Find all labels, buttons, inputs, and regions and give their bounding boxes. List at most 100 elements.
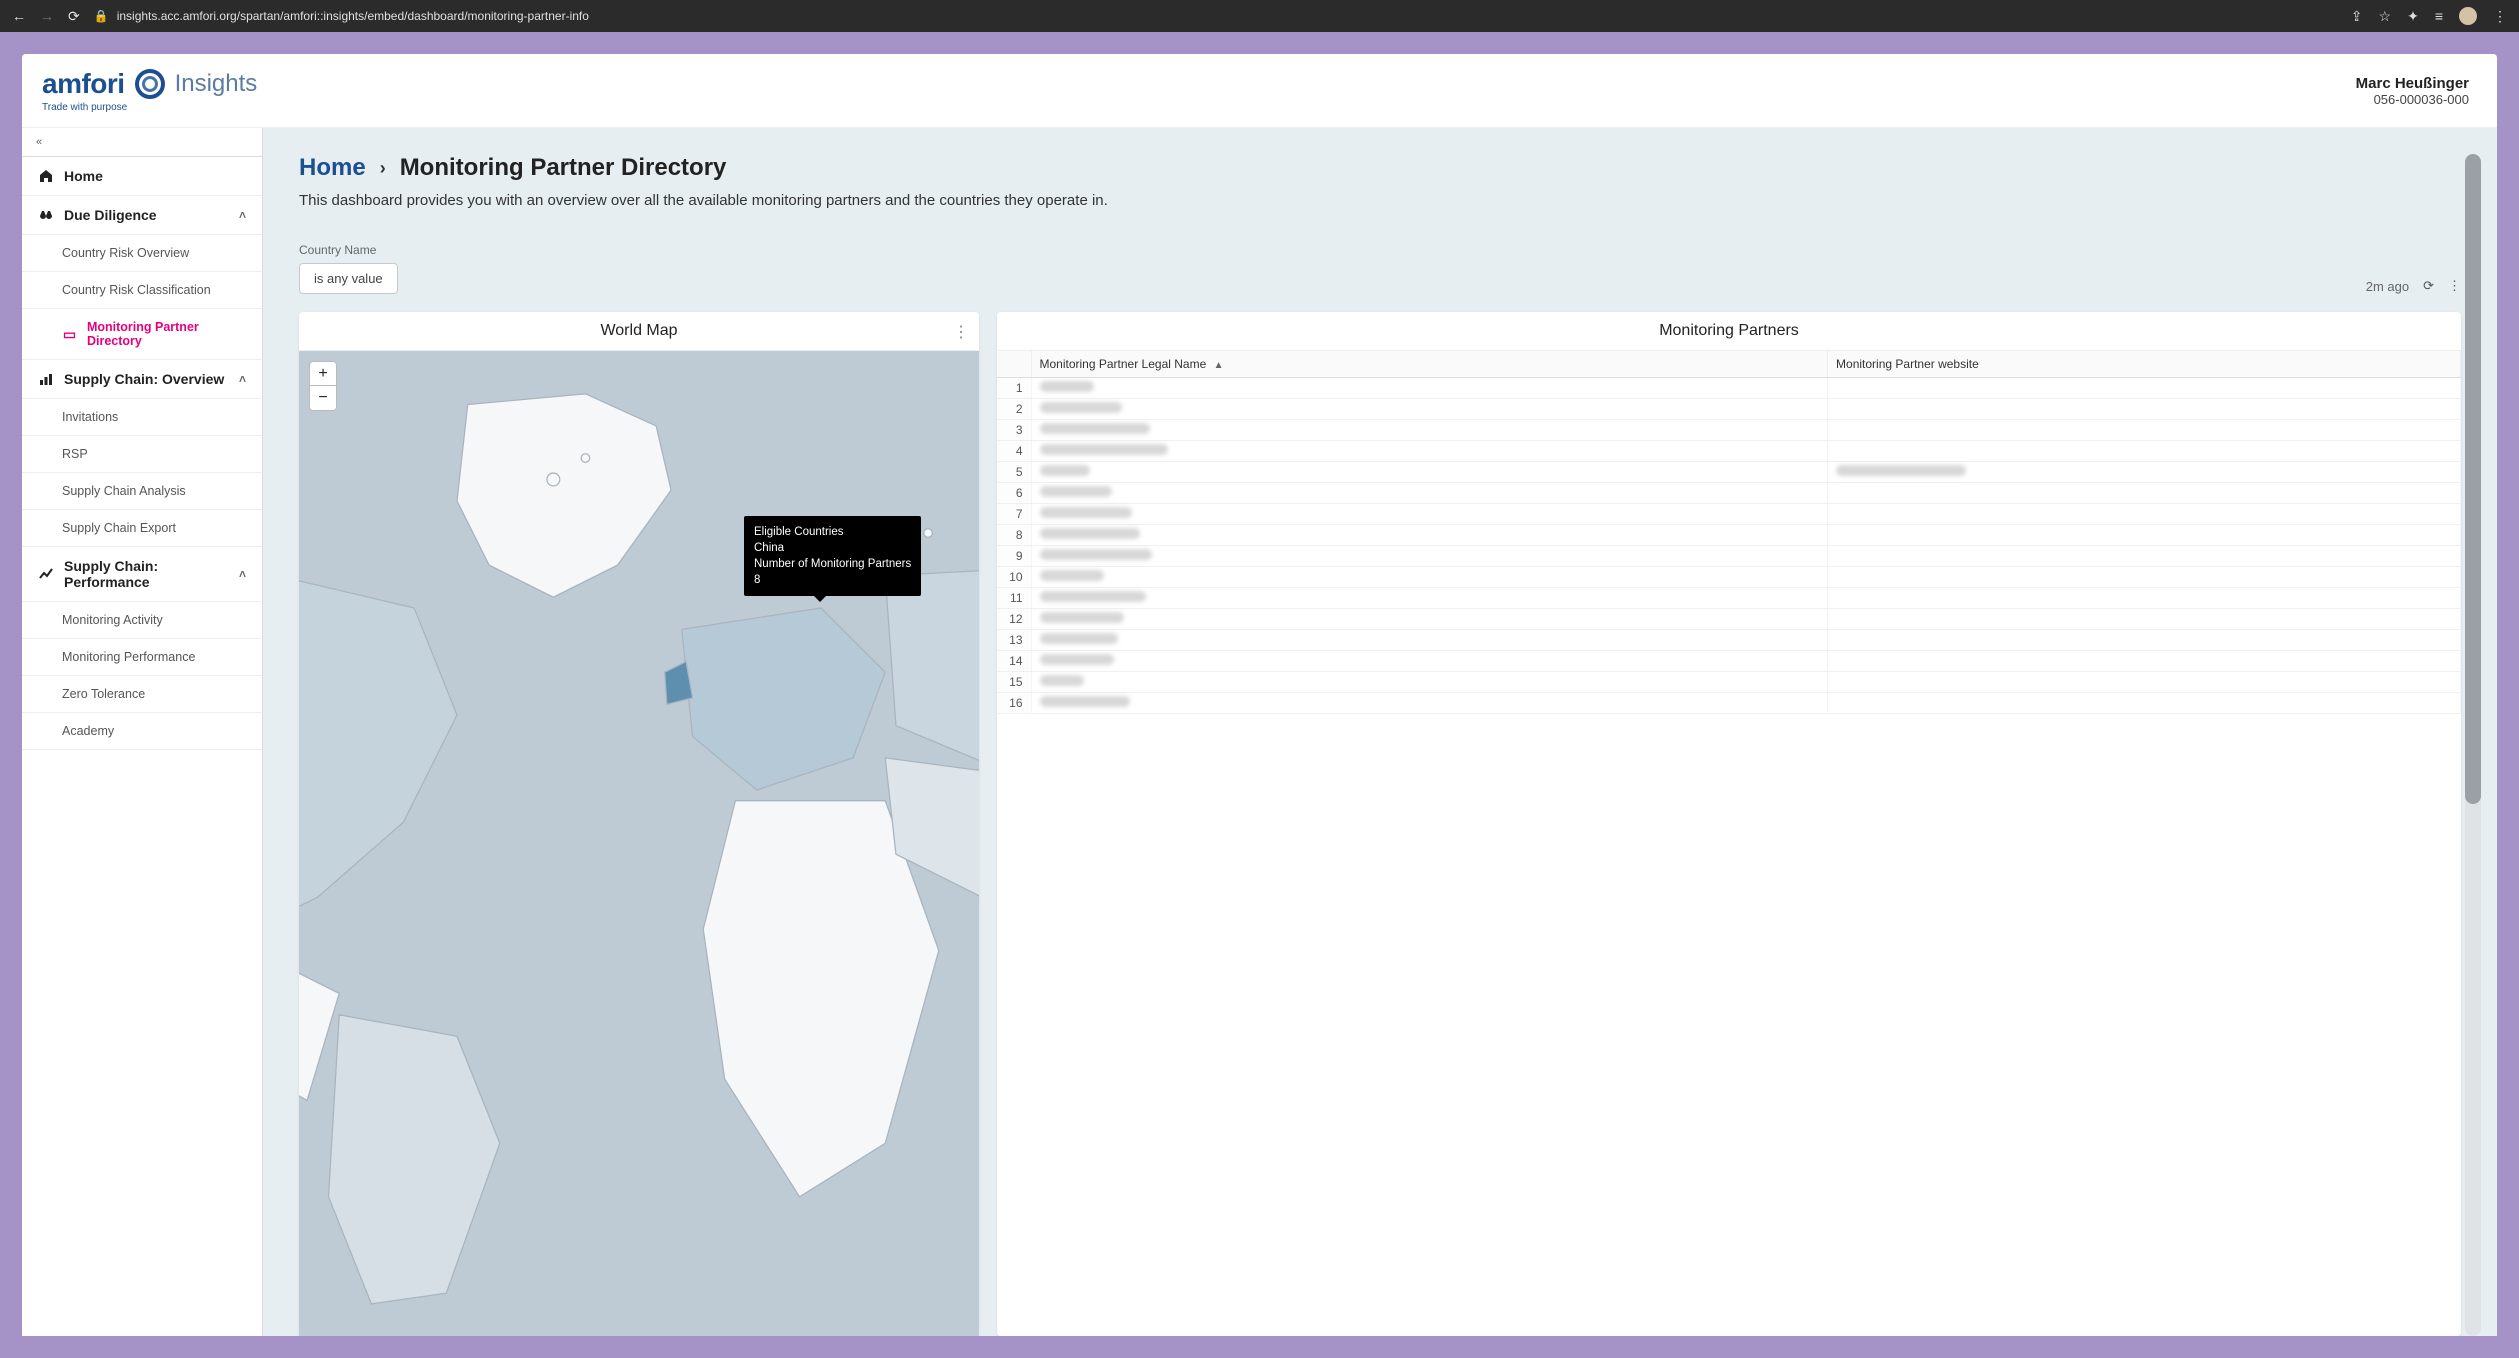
sidebar-item-label: Academy [62,724,114,738]
partners-table-wrap[interactable]: Monitoring Partner Legal Name ▲ Monitori… [997,351,2461,1336]
cell-partner-name [1031,378,1828,399]
refresh-icon[interactable]: ⟳ [2423,278,2434,294]
col-partner-website[interactable]: Monitoring Partner website [1828,351,2461,378]
chevron-up-icon: ˄ [239,208,246,222]
reload-icon[interactable]: ⟳ [68,8,80,25]
sidebar-section-sc-performance[interactable]: Supply Chain: Performance ˄ [22,547,262,602]
map-menu-icon[interactable]: ⋮ [953,322,969,342]
filter-country-name: Country Name is any value [299,243,398,294]
partners-table: Monitoring Partner Legal Name ▲ Monitori… [997,351,2461,714]
zoom-in-button[interactable]: + [310,362,336,386]
cell-partner-name [1031,462,1828,483]
brand-tagline: Trade with purpose [42,102,257,113]
sidebar-item[interactable]: ▭Monitoring Partner Directory [22,309,262,360]
cell-partner-name [1031,609,1828,630]
sidebar-item-label: Monitoring Activity [62,613,163,627]
breadcrumb-home[interactable]: Home [299,154,366,182]
share-icon[interactable]: ⇪ [2351,8,2363,25]
table-row[interactable]: 12 [997,609,2461,630]
zoom-out-button[interactable]: − [310,386,336,410]
sidebar: « Home Due Diligence˄ Country Risk Overvi… [22,128,263,1336]
brand: amfori Insights [42,68,257,100]
sidebar-item[interactable]: Monitoring Activity [22,602,262,639]
topbar: amfori Insights Trade with purpose Marc … [22,54,2497,128]
sidebar-item[interactable]: Academy [22,713,262,750]
table-row[interactable]: 16 [997,693,2461,714]
table-row[interactable]: 2 [997,399,2461,420]
cell-partner-name [1031,483,1828,504]
lock-icon: 🔒 [94,9,109,23]
table-row[interactable]: 9 [997,546,2461,567]
sidebar-item[interactable]: Country Risk Classification [22,272,262,309]
sidebar-item[interactable]: Supply Chain Analysis [22,473,262,510]
sidebar-item[interactable]: Invitations [22,399,262,436]
sidebar-section-label: Supply Chain: Overview [64,371,224,387]
table-row[interactable]: 11 [997,588,2461,609]
sidebar-item[interactable]: Monitoring Performance [22,639,262,676]
table-row[interactable]: 5 [997,462,2461,483]
kebab-icon[interactable]: ⋮ [2493,8,2507,25]
row-number: 12 [997,609,1031,630]
table-row[interactable]: 1 [997,378,2461,399]
col-rownum[interactable] [997,351,1031,378]
app-shell: amfori Insights Trade with purpose Marc … [22,54,2497,1336]
cell-partner-website [1828,546,2461,567]
sidebar-item[interactable]: Supply Chain Export [22,510,262,547]
row-number: 7 [997,504,1031,525]
sort-asc-icon: ▲ [1214,360,1224,371]
sidebar-item-label: Country Risk Classification [62,283,211,297]
table-row[interactable]: 6 [997,483,2461,504]
sidebar-item[interactable]: RSP [22,436,262,473]
address-bar[interactable]: insights.acc.amfori.org/spartan/amfori::… [117,9,589,23]
table-row[interactable]: 14 [997,651,2461,672]
readlist-icon[interactable]: ≡ [2435,8,2443,24]
cell-partner-website [1828,483,2461,504]
star-icon[interactable]: ☆ [2379,8,2392,25]
cell-partner-name [1031,651,1828,672]
forward-icon[interactable]: → [40,8,54,24]
table-row[interactable]: 15 [997,672,2461,693]
sidebar-item[interactable]: Country Risk Overview [22,235,262,272]
puzzle-icon[interactable]: ✦ [2407,8,2419,25]
world-map[interactable]: + − [299,351,979,1336]
table-row[interactable]: 7 [997,504,2461,525]
tooltip-line: 8 [754,572,911,588]
filter-chip[interactable]: is any value [299,263,398,294]
sidebar-item-home[interactable]: Home [22,157,262,196]
table-row[interactable]: 8 [997,525,2461,546]
table-row[interactable]: 4 [997,441,2461,462]
row-number: 11 [997,588,1031,609]
main-scrollbar[interactable] [2465,154,2481,1336]
cell-partner-website [1828,420,2461,441]
cell-partner-website [1828,630,2461,651]
chevron-up-icon: ˄ [239,567,246,581]
back-icon[interactable]: ← [12,8,26,24]
options-icon[interactable]: ⋮ [2448,278,2461,294]
main-panel: Home › Monitoring Partner Directory This… [263,128,2497,1336]
chart-icon [38,566,54,582]
sidebar-section-sc-overview[interactable]: Supply Chain: Overview˄ [22,360,262,399]
world-map-card: World Map ⋮ + − [299,312,979,1336]
col-partner-name[interactable]: Monitoring Partner Legal Name ▲ [1031,351,1828,378]
cell-partner-name [1031,441,1828,462]
sidebar-item-label: Zero Tolerance [62,687,145,701]
sidebar-item-label: Country Risk Overview [62,246,189,260]
tooltip-line: Eligible Countries [754,524,911,540]
sidebar-collapse[interactable]: « [22,128,262,157]
cell-partner-website [1828,693,2461,714]
user-id: 056-000036-000 [2356,92,2469,107]
cell-partner-name [1031,567,1828,588]
user-block[interactable]: Marc Heußinger 056-000036-000 [2356,75,2469,107]
profile-avatar[interactable] [2459,7,2477,25]
table-row[interactable]: 10 [997,567,2461,588]
sidebar-item[interactable]: Zero Tolerance [22,676,262,713]
sidebar-section-due-diligence[interactable]: Due Diligence˄ [22,196,262,235]
sidebar-section-label: Supply Chain: Performance [64,558,229,590]
table-row[interactable]: 3 [997,420,2461,441]
breadcrumb: Home › Monitoring Partner Directory [299,154,2461,182]
sidebar-item-label: Supply Chain Analysis [62,484,186,498]
table-row[interactable]: 13 [997,630,2461,651]
row-number: 5 [997,462,1031,483]
brand-logo-icon [135,69,165,99]
row-number: 15 [997,672,1031,693]
